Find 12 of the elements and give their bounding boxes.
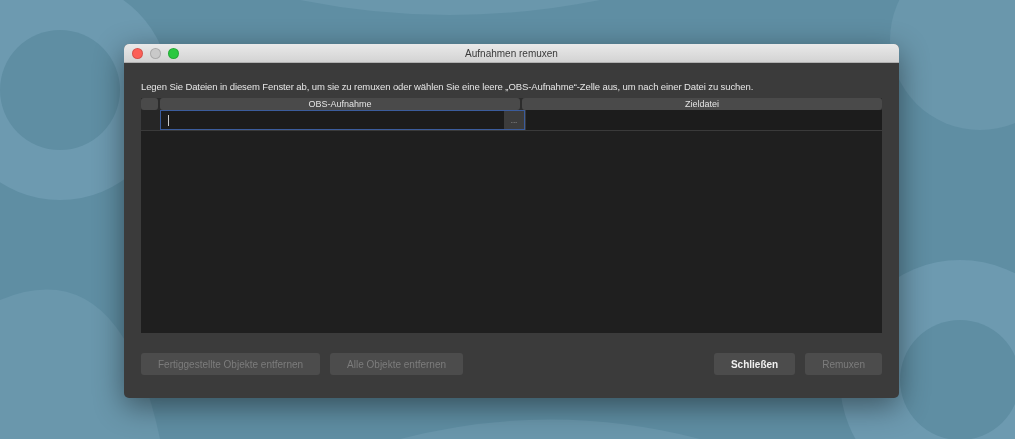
zoom-icon[interactable]: [168, 47, 179, 59]
input-field[interactable]: ...: [160, 110, 525, 130]
close-icon[interactable]: [132, 47, 143, 59]
browse-button[interactable]: ...: [504, 111, 524, 129]
column-header[interactable]: OBS-Aufnahme: [160, 98, 520, 110]
text-cursor: [168, 114, 169, 126]
window-title: Aufnahmen remuxen: [465, 47, 558, 59]
instruction-text: Legen Sie Dateien in diesem Fenster ab, um sie zu remuxen oder wählen Sie eine leere „OBS-Aufnahme“-Zelle aus, um nach einer Datei zu suchen.: [141, 81, 755, 92]
action-button[interactable]: Schließen: [713, 353, 796, 375]
column-header[interactable]: Zieldatei: [522, 98, 882, 110]
corner-header: [141, 98, 158, 110]
minimize-icon[interactable]: [150, 47, 161, 59]
